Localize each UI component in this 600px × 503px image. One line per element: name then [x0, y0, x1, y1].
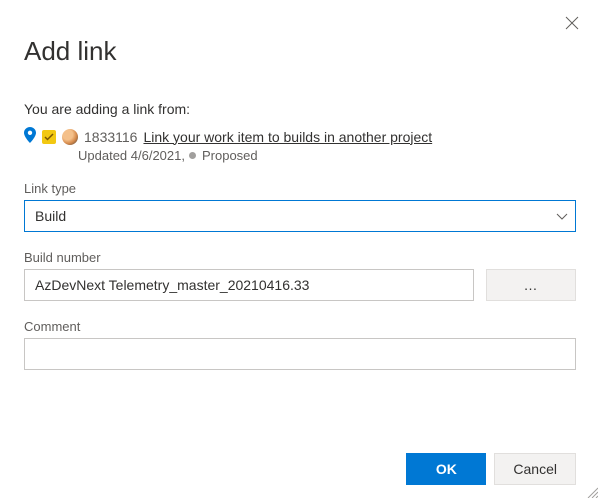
- work-item-meta: Updated 4/6/2021, Proposed: [78, 148, 576, 163]
- browse-button[interactable]: …: [486, 269, 576, 301]
- dialog-title: Add link: [24, 36, 576, 67]
- cancel-button[interactable]: Cancel: [494, 453, 576, 485]
- ok-button[interactable]: OK: [406, 453, 486, 485]
- add-link-dialog: Add link You are adding a link from: 183…: [0, 0, 600, 503]
- link-type-label: Link type: [24, 181, 576, 196]
- state-dot-icon: [189, 152, 196, 159]
- link-type-value: Build: [35, 208, 66, 224]
- adding-from-label: You are adding a link from:: [24, 101, 576, 117]
- close-icon: [565, 16, 579, 33]
- updated-text: Updated 4/6/2021,: [78, 148, 185, 163]
- resize-grip-icon[interactable]: [586, 485, 598, 501]
- comment-input[interactable]: [24, 338, 576, 370]
- work-item-row: 1833116 Link your work item to builds in…: [24, 127, 576, 146]
- comment-label: Comment: [24, 319, 576, 334]
- build-number-input[interactable]: [24, 269, 474, 301]
- pin-icon: [24, 127, 36, 146]
- state-text: Proposed: [202, 148, 258, 163]
- build-number-label: Build number: [24, 250, 576, 265]
- build-number-row: …: [24, 269, 576, 301]
- work-item-link[interactable]: Link your work item to builds in another…: [143, 129, 432, 145]
- close-button[interactable]: [558, 10, 586, 38]
- dialog-footer: OK Cancel: [406, 453, 576, 485]
- work-item-id: 1833116: [84, 129, 137, 145]
- work-item-type-icon: [42, 130, 56, 144]
- link-type-select[interactable]: Build: [24, 200, 576, 232]
- avatar: [62, 129, 78, 145]
